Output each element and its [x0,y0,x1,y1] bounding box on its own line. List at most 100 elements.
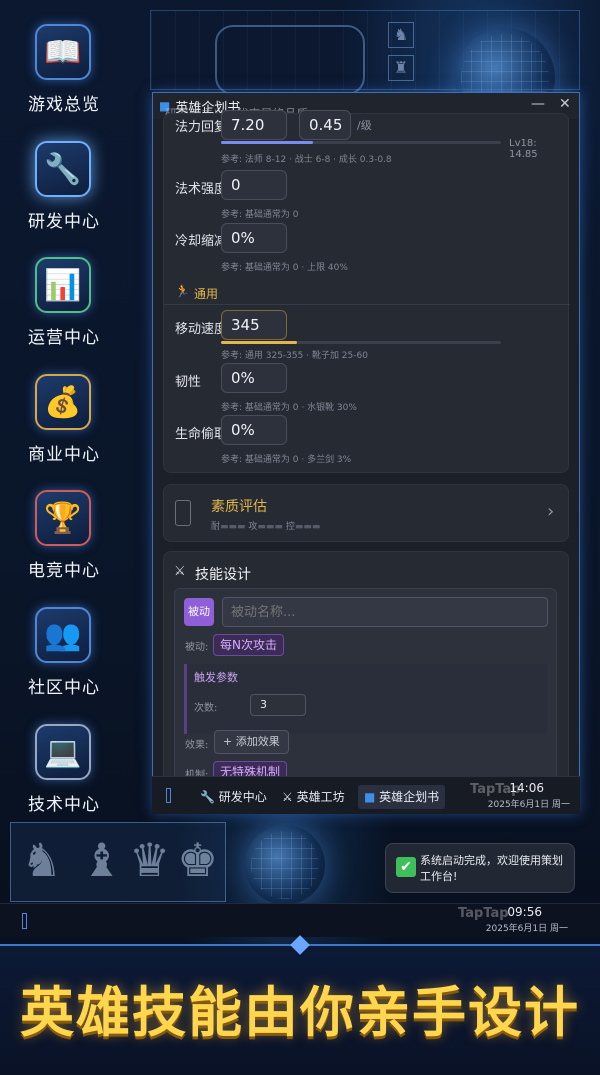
trigger-params-title: 触发参数 [194,671,238,684]
taskbar-date: 2025年6月1日 周一 [487,800,570,810]
sidebar-item-business[interactable]: 💰 商业中心 [0,368,128,468]
globe-icon [245,825,325,905]
quality-icon [175,500,191,526]
money-bag-icon: 💰 [35,374,91,430]
chevron-right-icon[interactable]: › [547,501,554,522]
move-speed-input[interactable]: 345 [221,310,287,340]
hero-silhouette-icon: ♝ [81,833,123,887]
banner-text: 英雄技能由你亲手设计 [20,981,580,1044]
task-hero-plan[interactable]: ■ 英雄企划书 [358,785,446,809]
mana-regen-bar [221,141,501,144]
move-speed-hint: 参考: 通用 325-355 · 靴子加 25-60 [221,351,368,361]
sidebar-item-label: 运营中心 [28,328,100,348]
sidebar-item-label: 研发中心 [28,212,100,232]
sidebar-item-rnd[interactable]: 🔧 研发中心 [0,135,128,235]
hero-silhouette-icon: ♛ [129,833,171,887]
lifesteal-hint: 参考: 基础通常为 0 · 多兰剑 3% [221,455,352,465]
task-hero-workshop[interactable]: ⚔ 英雄工坊 [282,785,345,809]
sidebar-item-label: 游戏总览 [28,95,100,115]
check-icon: ✔ [396,857,416,877]
notification-text: 系统启动完成，欢迎使用策划工作台! [420,854,563,883]
hero-silhouette-strip: ♞ ♝ ♛ ♚ [10,822,226,902]
tenacity-input[interactable]: 0% [221,363,287,393]
ability-power-label: 法术强度 [175,182,228,197]
hero-silhouette-icon: ♚ [177,833,219,887]
task-label: 英雄工坊 [296,790,345,804]
cooldown-input[interactable]: 0% [221,223,287,253]
general-section-title: 通用 [194,287,219,301]
trigger-type-select[interactable]: 每N次攻击 [213,634,284,656]
cooldown-label: 冷却缩减 [175,234,228,249]
system-time: 09:56 [507,905,542,919]
move-speed-bar-fill [221,341,297,344]
promo-banner: 英雄技能由你亲手设计 [0,935,600,1075]
ability-power-input[interactable]: 0 [221,170,287,200]
sidebar-item-esports[interactable]: 🏆 电竞中心 [0,484,128,584]
level-18-value: Lv18: 14.85 [509,138,538,160]
running-icon: 🏃 [175,284,190,298]
quality-sub: 耐▬▬▬ 攻▬▬▬ 控▬▬▬ [211,522,321,532]
crossed-swords-icon: ⚔ [174,564,186,579]
tenacity-label: 韧性 [175,375,202,390]
count-input[interactable]: 3 [250,694,306,716]
trigger-label: 被动: [185,642,209,653]
mana-regen-hint: 参考: 法师 8-12 · 战士 6-8 · 成长 0.3-0.8 [221,155,392,165]
hero-silhouette-icon: ♞ [21,833,63,887]
bar-chart-icon: 📊 [35,257,91,313]
system-notification[interactable]: ✔ 系统启动完成，欢迎使用策划工作台! [385,843,575,893]
add-effect-button[interactable]: + 添加效果 [214,730,289,754]
hero-thumb-icon: ♞ [388,22,414,48]
cooldown-hint: 参考: 基础通常为 0 · 上限 40% [221,263,348,273]
trophy-icon: 🏆 [35,490,91,546]
sidebar-item-label: 技术中心 [28,795,100,815]
sidebar-item-label: 商业中心 [28,445,100,465]
quality-title: 素质评估 [211,499,267,515]
sidebar-item-label: 社区中心 [28,678,100,698]
folder-icon: ■ [364,790,380,804]
taskbar-time: 14:06 [509,781,544,795]
book-icon: 📖 [35,24,91,80]
mana-regen-growth-input[interactable]: 0.45 [299,110,351,140]
sidebar-item-label: 电竞中心 [28,561,100,581]
hero-thumb-icon: ♜ [388,55,414,81]
durability-label: 耐 [211,522,221,532]
window-taskbar: 🔧 研发中心 ⚔ 英雄工坊 ■ 英雄企划书 TapTap 14:06 2025年… [152,776,580,814]
system-taskbar: TapTap 09:56 2025年6月1日 周一 [0,903,600,937]
users-icon: 👥 [35,607,91,663]
trigger-params-box [184,664,547,734]
per-level-unit: /级 [357,119,372,132]
move-speed-label: 移动速度 [175,322,228,337]
mana-regen-base-input[interactable]: 7.20 [221,110,287,140]
tenacity-hint: 参考: 基础通常为 0 · 水银靴 30% [221,403,357,413]
minimize-button[interactable]: — [531,96,545,112]
sidebar-item-operations[interactable]: 📊 运营中心 [0,251,128,351]
mana-regen-label: 法力回复 [175,120,228,135]
sidebar-item-overview[interactable]: 📖 游戏总览 [0,18,128,118]
start-icon[interactable] [166,788,171,803]
hero-plan-window: ■ 英雄企划书 — ✕ 研发新主义 · 代表最终品质 法力回复 7.20 0.4… [152,92,580,814]
mana-regen-bar-fill [221,141,314,144]
wrench-icon: 🔧 [200,790,219,804]
task-label: 英雄企划书 [379,790,440,804]
stats-panel: 法力回复 7.20 0.45 /级 Lv18: 14.85 参考: 法师 8-1… [163,110,570,473]
system-date: 2025年6月1日 周一 [485,924,568,934]
task-rnd[interactable]: 🔧 研发中心 [200,785,267,809]
close-button[interactable]: ✕ [559,96,571,112]
sidebar-item-tech[interactable]: 💻 技术中心 [0,718,128,818]
ability-power-hint: 参考: 基础通常为 0 [221,210,299,220]
lifesteal-input[interactable]: 0% [221,415,287,445]
control-label: 控 [285,522,295,532]
start-icon[interactable] [22,913,27,929]
passive-name-input[interactable] [222,597,548,627]
wrench-icon: 🔧 [35,141,91,197]
decor-map-outline [215,25,365,95]
sidebar-item-community[interactable]: 👥 社区中心 [0,601,128,701]
skill-design-title: 技能设计 [195,567,251,583]
lifesteal-label: 生命偷取 [175,427,228,442]
skill-design-panel: ⚔ 技能设计 被动 被动: 每N次攻击 触发参数 次数: 3 效果: + 添加效… [163,551,569,811]
effect-label: 效果: [185,740,209,751]
crossed-swords-icon: ⚔ [282,790,297,804]
divider [164,304,570,305]
count-label: 次数: [194,703,218,714]
quality-assessment-card[interactable]: 素质评估 耐▬▬▬ 攻▬▬▬ 控▬▬▬ › [163,484,569,542]
